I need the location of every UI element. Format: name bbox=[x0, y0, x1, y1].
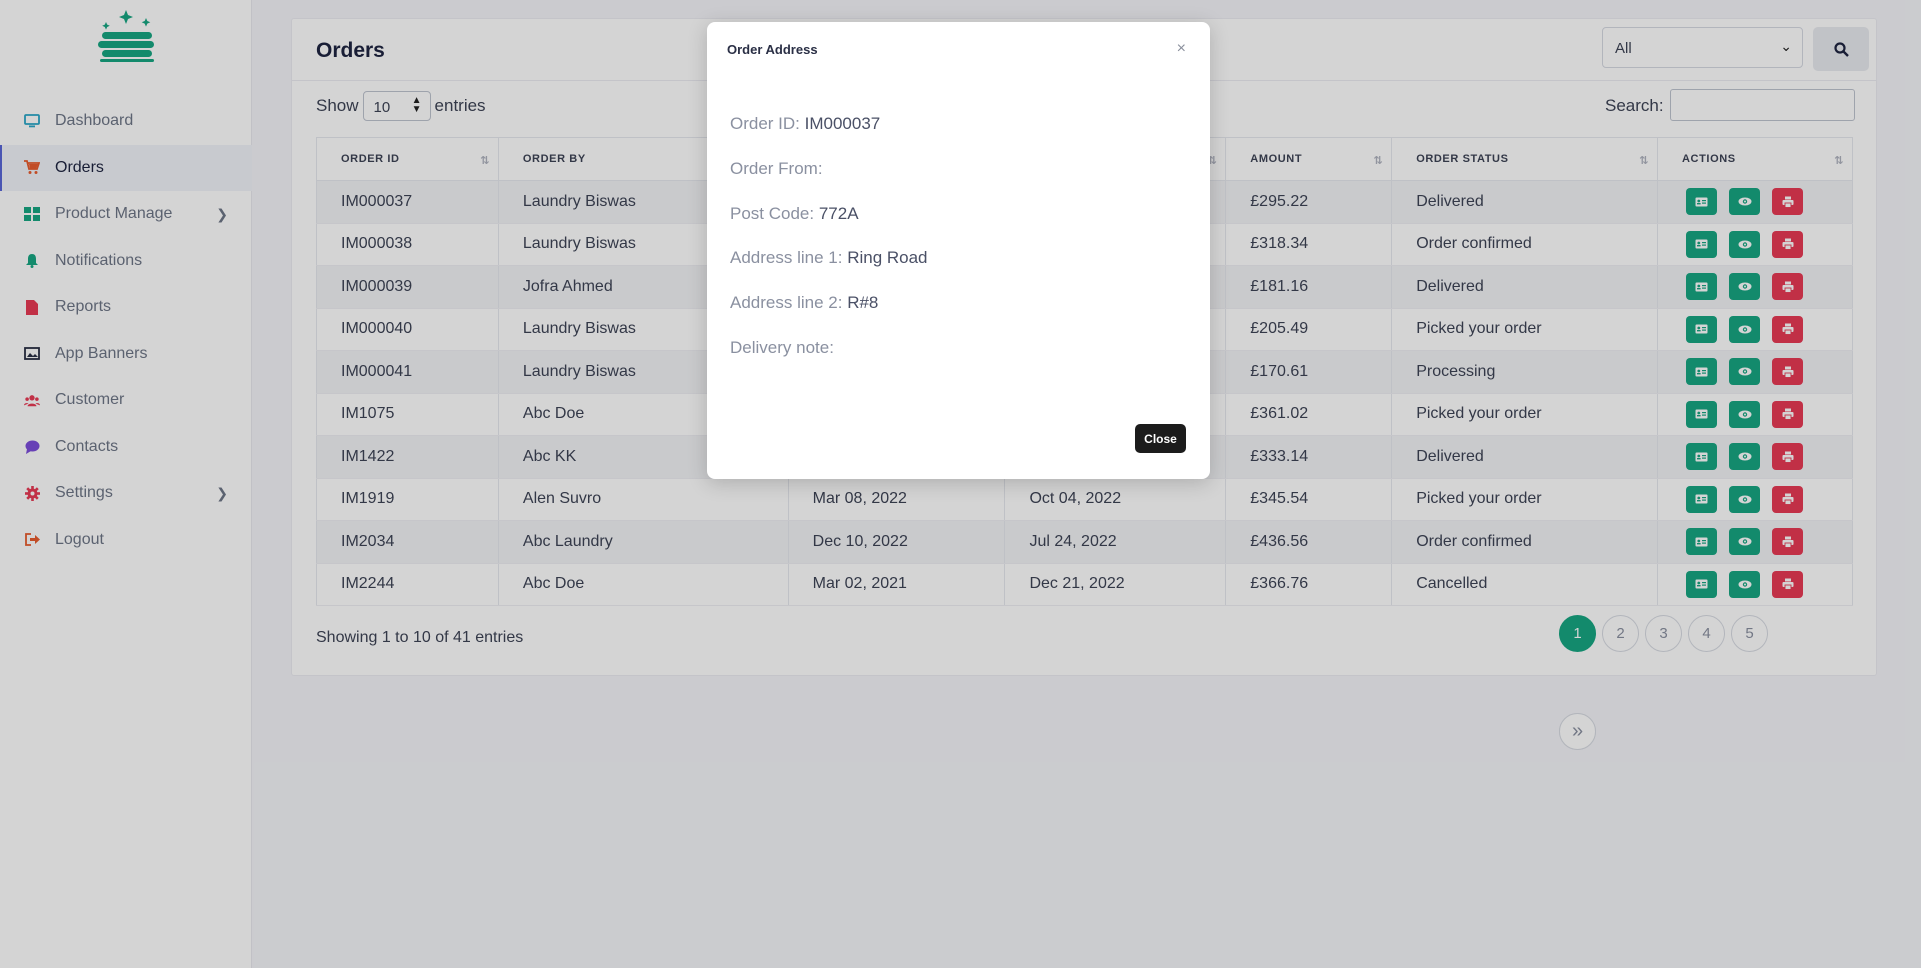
field-label: Address line 1: bbox=[730, 248, 843, 268]
field-label: Post Code: bbox=[730, 203, 815, 223]
field-value: R#8 bbox=[847, 293, 879, 313]
close-button[interactable]: Close bbox=[1135, 424, 1186, 453]
modal-title: Order Address bbox=[727, 42, 818, 57]
address-line-2-field: Address line 2: R#8 bbox=[730, 293, 1190, 338]
post-code-field: Post Code: 772A bbox=[730, 204, 1190, 249]
close-icon[interactable]: × bbox=[1177, 40, 1186, 58]
field-label: Delivery note: bbox=[730, 337, 834, 357]
field-label: Address line 2: bbox=[730, 293, 843, 313]
modal-body: Order ID: IM000037 Order From: Post Code… bbox=[730, 114, 1190, 383]
field-value: 772A bbox=[818, 203, 859, 223]
order-address-modal: Order Address × Order ID: IM000037 Order… bbox=[707, 22, 1210, 479]
field-value: Ring Road bbox=[847, 248, 928, 268]
order-id-field: Order ID: IM000037 bbox=[730, 114, 1190, 159]
address-line-1-field: Address line 1: Ring Road bbox=[730, 248, 1190, 293]
field-label: Order From: bbox=[730, 158, 823, 178]
field-value: IM000037 bbox=[804, 114, 881, 133]
delivery-note-field: Delivery note: bbox=[730, 338, 1190, 383]
order-from-field: Order From: bbox=[730, 159, 1190, 204]
field-label: Order ID: bbox=[730, 114, 800, 133]
